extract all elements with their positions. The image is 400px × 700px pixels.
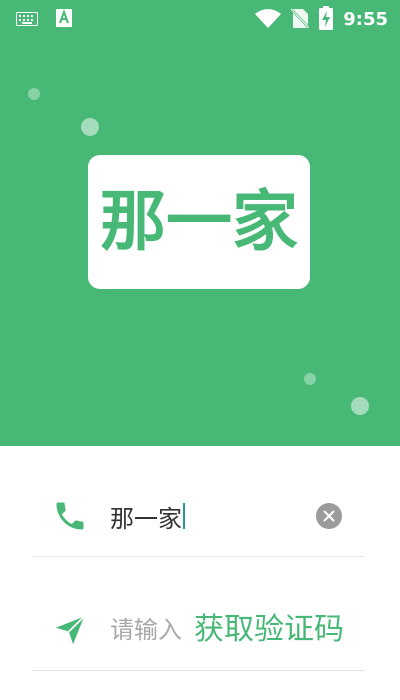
- app-logo: 那一家: [88, 155, 310, 289]
- send-icon: [52, 612, 88, 648]
- code-input[interactable]: 请输入: [110, 612, 182, 648]
- status-bar-right: 9:55: [255, 6, 388, 34]
- phone-input[interactable]: 那一家: [110, 498, 185, 534]
- divider: [32, 670, 365, 671]
- phone-icon: [52, 498, 88, 534]
- app-logo-text: 那一家: [100, 183, 298, 260]
- decor-bubble: [304, 373, 316, 385]
- clear-button[interactable]: [316, 503, 342, 529]
- font-a-icon: [56, 9, 72, 31]
- wifi-icon: [255, 8, 282, 32]
- phone-row: 那一家: [32, 488, 365, 544]
- decor-bubble: [351, 397, 369, 415]
- status-bar: 9:55: [0, 0, 400, 36]
- no-sim-icon: [290, 7, 311, 33]
- divider: [32, 556, 365, 557]
- clear-icon: [323, 507, 335, 526]
- phone-input-value: 那一家: [110, 504, 182, 533]
- battery-charging-icon: [319, 6, 334, 34]
- hero-banner: 9:55 那一家: [0, 0, 400, 446]
- status-clock: 9:55: [343, 9, 388, 30]
- text-caret: [183, 503, 185, 529]
- decor-bubble: [28, 88, 40, 100]
- login-screen: 9:55 那一家 那一家 请输入 获取验证码: [0, 0, 400, 700]
- get-code-button[interactable]: 获取验证码: [194, 610, 344, 650]
- code-row: 请输入 获取验证码: [32, 602, 365, 658]
- status-bar-left: [16, 9, 72, 31]
- decor-bubble: [81, 118, 99, 136]
- keyboard-icon: [16, 11, 38, 30]
